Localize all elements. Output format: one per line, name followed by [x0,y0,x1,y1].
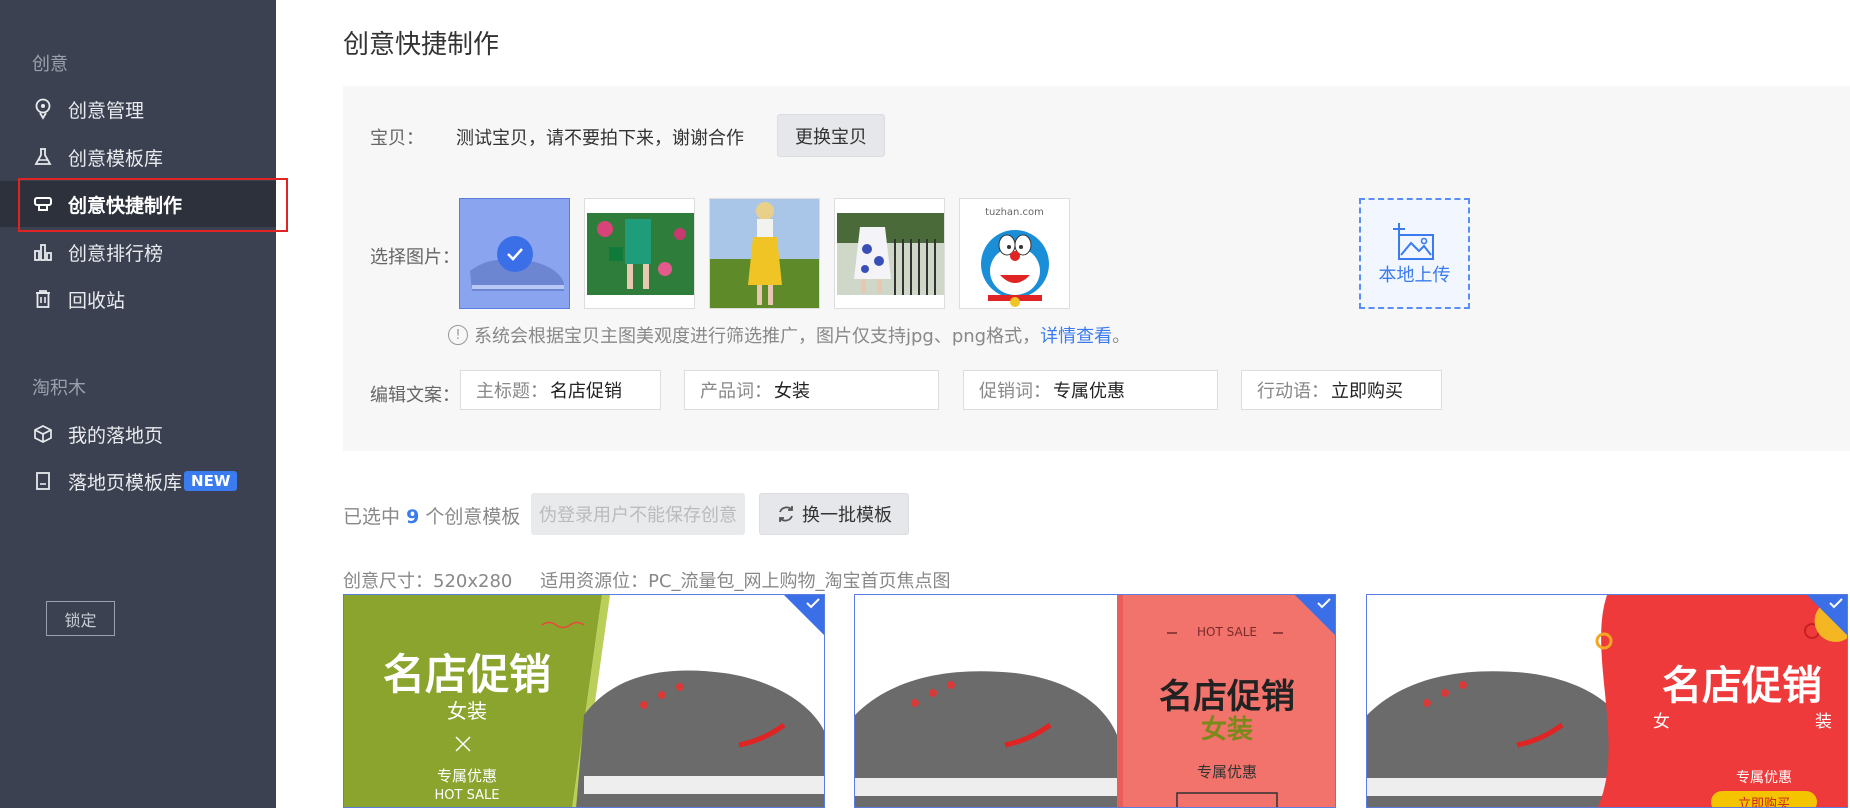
image-thumb-5[interactable]: tuzhan.com [959,198,1070,309]
new-badge: NEW [184,471,238,491]
selected-prefix: 已选中 [343,506,401,528]
page-title: 创意快捷制作 [343,30,500,60]
photo-field-image [710,199,819,308]
copy-label: 编辑文案： [370,385,460,406]
photo-garden-image [585,199,694,308]
image-thumb-4[interactable] [834,198,945,309]
card-promo: 专属优惠 [436,767,497,785]
cube-icon [32,423,54,445]
main-content: 创意快捷制作 宝贝： 测试宝贝，请不要拍下来，谢谢合作 更换宝贝 选择图片： t… [276,0,1850,808]
sidebar-item-label: 回收站 [68,289,126,312]
field-value: 专属优惠 [1053,381,1125,402]
sidebar-item-ranking[interactable]: 创意排行榜 [0,229,276,275]
selected-count: 9 [406,506,420,528]
sidebar-item-quick-create[interactable]: 创意快捷制作 [0,178,288,232]
check-icon [1829,598,1843,609]
card-tag: HOT SALE [434,788,500,803]
bar-chart-icon [32,241,54,263]
image-upload-icon [1392,222,1434,260]
swap-label: 换一批模板 [802,505,892,526]
change-item-button[interactable]: 更换宝贝 [777,114,885,157]
upload-label: 本地上传 [1378,264,1451,286]
field-value: 立即购买 [1331,381,1403,402]
creative-size: 创意尺寸：520x280 [343,571,513,592]
sidebar: 创意 创意管理 创意模板库 创意快捷制作 创意排行榜 回收站 淘积木 我的落地页… [0,0,288,808]
doraemon-image [981,230,1049,307]
field-value: 名店促销 [550,381,622,402]
template-card-1[interactable]: 名店促销 女装 专属优惠 HOT SALE [343,594,825,808]
sidebar-item-label: 创意排行榜 [68,242,164,265]
field-label: 促销词： [979,381,1051,402]
card-promo: 专属优惠 [1196,763,1257,781]
check-icon [1317,598,1331,609]
card-title: 名店促销 [1662,663,1822,709]
template-card-2[interactable]: HOT SALE 名店促销 女装 专属优惠 [854,594,1336,808]
info-icon: ! [448,325,468,345]
selected-count-text: 已选中 9 个创意模板 [343,502,520,529]
sidebar-item-recycle-bin[interactable]: 回收站 [0,276,276,322]
hint-end: 。 [1112,326,1131,347]
sidebar-item-label: 创意快捷制作 [68,194,183,217]
card-promo: 专属优惠 [1736,770,1792,786]
headline-field[interactable]: 主标题： 名店促销 [460,370,661,410]
product-word-field[interactable]: 产品词： 女装 [684,370,939,410]
field-label: 行动语： [1257,381,1329,402]
card-subtitle-right: 装 [1815,712,1832,732]
sidebar-item-label: 我的落地页 [68,424,164,447]
swap-templates-button[interactable]: 换一批模板 [759,493,909,535]
image-hint: ! 系统会根据宝贝主图美观度进行筛选推广，图片仅支持jpg、png格式， 详情查… [448,322,1130,348]
local-upload-button[interactable]: 本地上传 [1359,198,1470,309]
sidebar-item-label: 创意模板库 [68,147,164,170]
image-thumb-3[interactable] [709,198,820,309]
resource-slot: 适用资源位：PC_流量包_网上购物_淘宝首页焦点图 [540,571,951,592]
sidebar-section-taojimu: 淘积木 [32,378,86,399]
image-thumb-2[interactable] [584,198,695,309]
sidebar-item-my-landing[interactable]: 我的落地页 [0,411,276,457]
size-info: 创意尺寸：520x280 适用资源位：PC_流量包_网上购物_淘宝首页焦点图 [343,567,951,593]
stamp-icon [32,193,54,215]
sidebar-item-label: 创意管理 [68,99,145,122]
check-icon [497,236,533,272]
card-title: 名店促销 [382,650,551,699]
sidebar-item-creative-manage[interactable]: 创意管理 [0,86,276,132]
card-subtitle-left: 女 [1653,712,1670,732]
refresh-icon [779,506,793,522]
field-label: 主标题： [476,381,548,402]
select-image-label: 选择图片： [370,247,460,268]
details-link[interactable]: 详情查看 [1040,322,1112,348]
cta-word-field[interactable]: 行动语： 立即购买 [1241,370,1442,410]
lock-button[interactable]: 锁定 [46,601,115,636]
save-creative-button-disabled[interactable]: 伪登录用户不能保存创意 [531,493,745,535]
sidebar-item-landing-templates[interactable]: 落地页模板库 NEW [0,458,276,504]
card-subtitle: 女装 [447,699,487,723]
template-card-3[interactable]: 名店促销 女 装 专属优惠 立即购买 [1366,594,1848,808]
bulb-icon [32,98,54,120]
flask-icon [32,146,54,168]
page-icon [32,470,54,492]
trash-icon [32,288,54,310]
item-name: 测试宝贝，请不要拍下来，谢谢合作 [456,128,744,149]
card-subtitle: 女装 [1200,715,1253,745]
sidebar-item-template-library[interactable]: 创意模板库 [0,134,276,180]
field-label: 产品词： [700,381,772,402]
sidebar-item-label: 落地页模板库 [68,471,183,494]
card-cta: 立即购买 [1737,797,1790,808]
image-thumb-selected[interactable] [459,198,570,309]
item-label: 宝贝： [370,128,424,149]
selected-suffix: 个创意模板 [425,506,521,528]
sidebar-section-creative: 创意 [32,54,68,75]
photo-fence-image [835,199,944,308]
promo-word-field[interactable]: 促销词： 专属优惠 [963,370,1218,410]
check-icon [806,598,820,609]
field-value: 女装 [774,381,810,402]
hint-text: 系统会根据宝贝主图美观度进行筛选推广，图片仅支持jpg、png格式， [474,326,1041,347]
